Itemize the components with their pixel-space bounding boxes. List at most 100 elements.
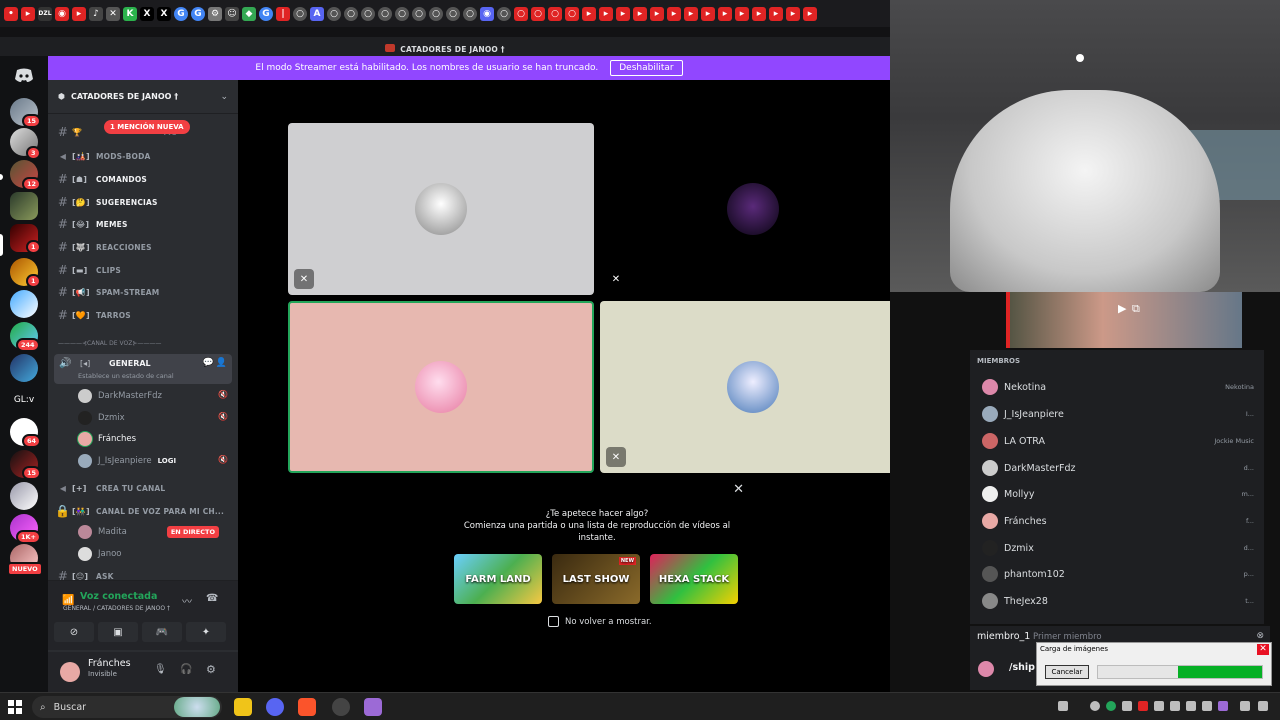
tab-favicon[interactable]: •: [4, 6, 18, 21]
voice-category-header[interactable]: ————⊰CANAL DE VOZ⊱————: [58, 340, 161, 347]
taskbar-search[interactable]: ⌕ Buscar: [32, 696, 222, 718]
tray-icon[interactable]: [1122, 701, 1132, 711]
member-row[interactable]: Dzmix d...: [982, 537, 1254, 559]
tab-favicon[interactable]: ⚙: [208, 6, 222, 21]
channel-spam-stream[interactable]: # [📢] SPAM-STREAM: [54, 282, 232, 302]
tab-favicon[interactable]: ▸: [718, 6, 732, 21]
close-icon[interactable]: ⊗: [1256, 631, 1264, 641]
tab-favicon[interactable]: ○: [548, 6, 562, 21]
channel-clips[interactable]: # [▬] CLIPS: [54, 260, 232, 280]
server-icon[interactable]: [10, 354, 38, 382]
tab-favicon[interactable]: K: [123, 6, 137, 21]
tab-favicon[interactable]: ▸: [667, 6, 681, 21]
channel-status-placeholder[interactable]: Establece un estado de canal: [78, 372, 174, 380]
tray-icon[interactable]: [1058, 701, 1068, 711]
microphone-tray-icon[interactable]: [1240, 701, 1250, 711]
tab-favicon[interactable]: ○: [293, 6, 307, 21]
tab-favicon[interactable]: G: [259, 6, 273, 21]
network-icon[interactable]: [1258, 701, 1268, 711]
tab-favicon[interactable]: ▸: [752, 6, 766, 21]
noise-suppression-icon[interactable]: 〰: [182, 593, 192, 608]
tab-favicon[interactable]: DZL: [38, 6, 52, 21]
tab-close-icon[interactable]: ✕: [106, 6, 120, 21]
member-row[interactable]: J_IsJeanpiere I...: [982, 403, 1254, 425]
tab-favicon[interactable]: ○: [395, 6, 409, 21]
voice-user[interactable]: DarkMasterFdz: [78, 386, 162, 406]
tab-favicon[interactable]: G: [191, 6, 205, 21]
member-row[interactable]: DarkMasterFdz d...: [982, 457, 1254, 479]
channel-memes[interactable]: # [😂] MEMES: [54, 214, 232, 234]
chevron-down-icon[interactable]: ⌄: [220, 92, 228, 102]
tab-favicon[interactable]: X: [157, 6, 171, 21]
game-last-show[interactable]: LAST SHOW NEW: [552, 554, 640, 604]
close-icon[interactable]: ✕: [733, 482, 744, 497]
discord-taskbar-icon[interactable]: [266, 698, 284, 716]
tab-favicon[interactable]: ○: [565, 6, 579, 21]
stream-thumbnail[interactable]: ▶ ⧉: [1010, 292, 1242, 348]
chat-bubble-icon[interactable]: 💬: [203, 358, 214, 368]
tab-favicon[interactable]: ▸: [21, 6, 35, 21]
add-user-icon[interactable]: 👤: [216, 358, 227, 368]
tray-icon[interactable]: [1186, 701, 1196, 711]
member-row[interactable]: TheJex28 t...: [982, 590, 1254, 612]
tab-favicon[interactable]: ▸: [769, 6, 783, 21]
member-row[interactable]: Fránches f...: [982, 510, 1254, 532]
server-icon[interactable]: GL:v: [10, 386, 38, 414]
tab-favicon[interactable]: ○: [412, 6, 426, 21]
tray-icon[interactable]: [1202, 701, 1212, 711]
channel-sugerencias[interactable]: # [🤔] SUGERENCIAS: [54, 192, 232, 212]
tab-favicon[interactable]: ○: [446, 6, 460, 21]
server-icon[interactable]: [10, 290, 38, 318]
tab-favicon[interactable]: ▸: [633, 6, 647, 21]
activities-button[interactable]: 🎮: [142, 622, 182, 642]
screen-share-button[interactable]: ▣: [98, 622, 138, 642]
tray-icon[interactable]: [1106, 701, 1116, 711]
brave-icon[interactable]: [298, 698, 316, 716]
tab-favicon[interactable]: ▸: [650, 6, 664, 21]
channel-reacciones[interactable]: # [🐺] REACCIONES: [54, 237, 232, 257]
tab-favicon[interactable]: ▸: [599, 6, 613, 21]
member-row[interactable]: Nekotina Nekotina: [982, 376, 1254, 398]
tab-favicon[interactable]: ○: [327, 6, 341, 21]
voice-user[interactable]: Fránches: [78, 429, 136, 449]
tab-favicon[interactable]: ○: [514, 6, 528, 21]
voice-tile-speaking[interactable]: [288, 301, 594, 473]
tab-favicon[interactable]: G: [174, 6, 188, 21]
app-icon[interactable]: [364, 698, 382, 716]
channel-mods-boda[interactable]: ◂ [🎎] MODS-BODA: [54, 146, 232, 166]
disconnect-icon[interactable]: ☎: [206, 593, 218, 604]
voice-tile[interactable]: ✕: [288, 123, 594, 295]
command-option[interactable]: miembro_1: [977, 631, 1030, 642]
game-hexa-stack[interactable]: HEXA STACK: [650, 554, 738, 604]
tab-favicon[interactable]: ▸: [684, 6, 698, 21]
file-explorer-icon[interactable]: [234, 698, 252, 716]
tab-favicon[interactable]: ◉: [55, 6, 69, 21]
tab-favicon[interactable]: ○: [463, 6, 477, 21]
tab-favicon[interactable]: ▸: [735, 6, 749, 21]
voice-tile[interactable]: ✕: [600, 301, 906, 473]
obs-icon[interactable]: [332, 698, 350, 716]
guild-header[interactable]: ⬢ CATADORES DE JANOO † ⌄: [48, 80, 238, 114]
voice-tile[interactable]: ✕: [600, 123, 906, 295]
voice-user[interactable]: J_IsJeanpiere LOGI: [78, 451, 176, 471]
tab-favicon[interactable]: ○: [378, 6, 392, 21]
voice-user[interactable]: Janoo: [78, 544, 122, 564]
tab-favicon[interactable]: ▸: [72, 6, 86, 21]
tab-favicon[interactable]: ▸: [616, 6, 630, 21]
command-input[interactable]: /ship: [1009, 662, 1035, 673]
game-farm-land[interactable]: FARM LAND: [454, 554, 542, 604]
tab-favicon[interactable]: ○: [497, 6, 511, 21]
tab-favicon[interactable]: |: [276, 6, 290, 21]
channel-tarros[interactable]: # [🧡] TARROS: [54, 305, 232, 325]
tab-favicon[interactable]: ○: [531, 6, 545, 21]
tray-icon[interactable]: [1170, 701, 1180, 711]
close-icon[interactable]: ✕: [1257, 644, 1269, 655]
tab-favicon[interactable]: ○: [429, 6, 443, 21]
channel-voz-privado[interactable]: 🔒 [👫] CANAL DE VOZ PARA MI CH...: [54, 501, 232, 521]
soundboard-button[interactable]: ✦: [186, 622, 226, 642]
avatar[interactable]: [60, 662, 80, 682]
popout-icon[interactable]: ⧉: [1132, 302, 1140, 316]
channel-comandos[interactable]: # [☗] COMANDOS: [54, 169, 232, 189]
tab-favicon[interactable]: ▸: [582, 6, 596, 21]
server-icon[interactable]: [10, 192, 38, 220]
